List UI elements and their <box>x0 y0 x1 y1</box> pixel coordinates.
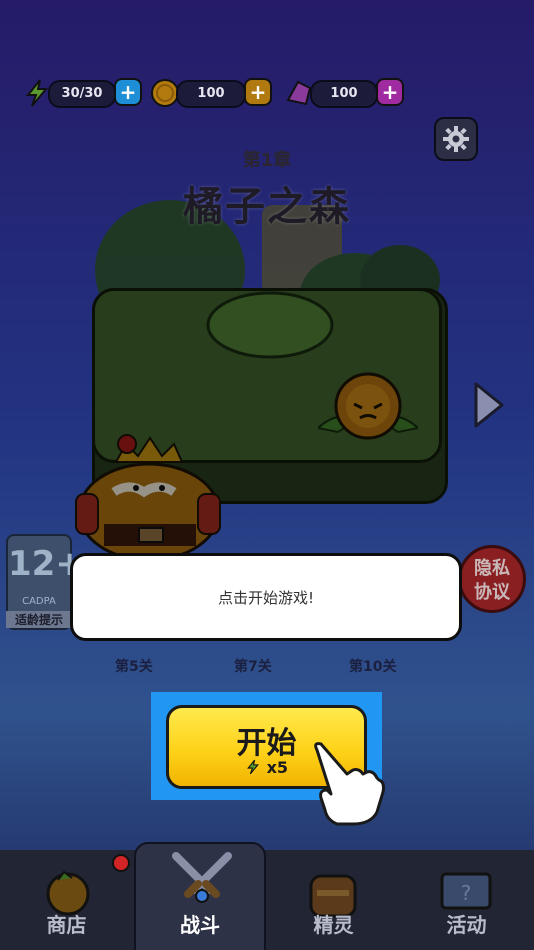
gems-value: 100 <box>310 80 378 108</box>
lightning-icon <box>247 759 259 775</box>
age-rating-org: CADPA <box>22 596 56 607</box>
add-gems-button[interactable]: + <box>376 78 404 106</box>
tab-sprite[interactable]: 精灵 <box>267 850 400 950</box>
next-chapter-arrow-icon[interactable] <box>470 380 506 430</box>
privacy-line-1: 隐私 <box>474 558 510 579</box>
tab-battle-label: 战斗 <box>180 913 220 937</box>
tab-events[interactable]: ? 活动 <box>400 850 533 950</box>
add-coins-button[interactable]: + <box>244 78 272 106</box>
level-marker-7: 第7关 <box>234 659 272 675</box>
svg-text:?: ? <box>461 881 472 905</box>
age-rating-tip: 适龄提示 <box>6 611 72 628</box>
chapter-number: 第1章 <box>242 150 292 171</box>
tab-sprite-label: 精灵 <box>313 913 354 937</box>
privacy-policy-button[interactable]: 隐私 协议 <box>458 545 526 613</box>
energy-value: 30/30 <box>48 80 116 108</box>
bottom-nav: 商店 战斗 精灵 ? 活动 <box>0 842 534 950</box>
level-marker-10: 第10关 <box>349 659 397 675</box>
age-rating-number: 12+ <box>8 544 84 584</box>
add-energy-button[interactable]: + <box>114 78 142 106</box>
chapter-title: 橘子之森 <box>183 184 351 230</box>
start-button-cost-value: x5 <box>266 758 289 777</box>
shop-notification-badge <box>112 854 130 872</box>
tab-events-label: 活动 <box>446 913 487 937</box>
coins-resource: 100 + <box>150 78 274 108</box>
energy-resource: 30/30 + <box>22 78 144 108</box>
tutorial-dialog: 点击开始游戏! <box>70 553 462 641</box>
level-marker-5: 第5关 <box>115 659 153 675</box>
pointing-hand-icon <box>314 742 385 826</box>
coins-value: 100 <box>176 80 246 108</box>
tutorial-dialog-text: 点击开始游戏! <box>217 588 314 607</box>
gems-resource: 100 + <box>284 78 406 108</box>
tab-battle[interactable]: 战斗 <box>134 842 266 950</box>
privacy-line-2: 协议 <box>474 582 510 603</box>
tab-shop-label: 商店 <box>46 913 87 937</box>
swords-icon <box>172 852 232 903</box>
